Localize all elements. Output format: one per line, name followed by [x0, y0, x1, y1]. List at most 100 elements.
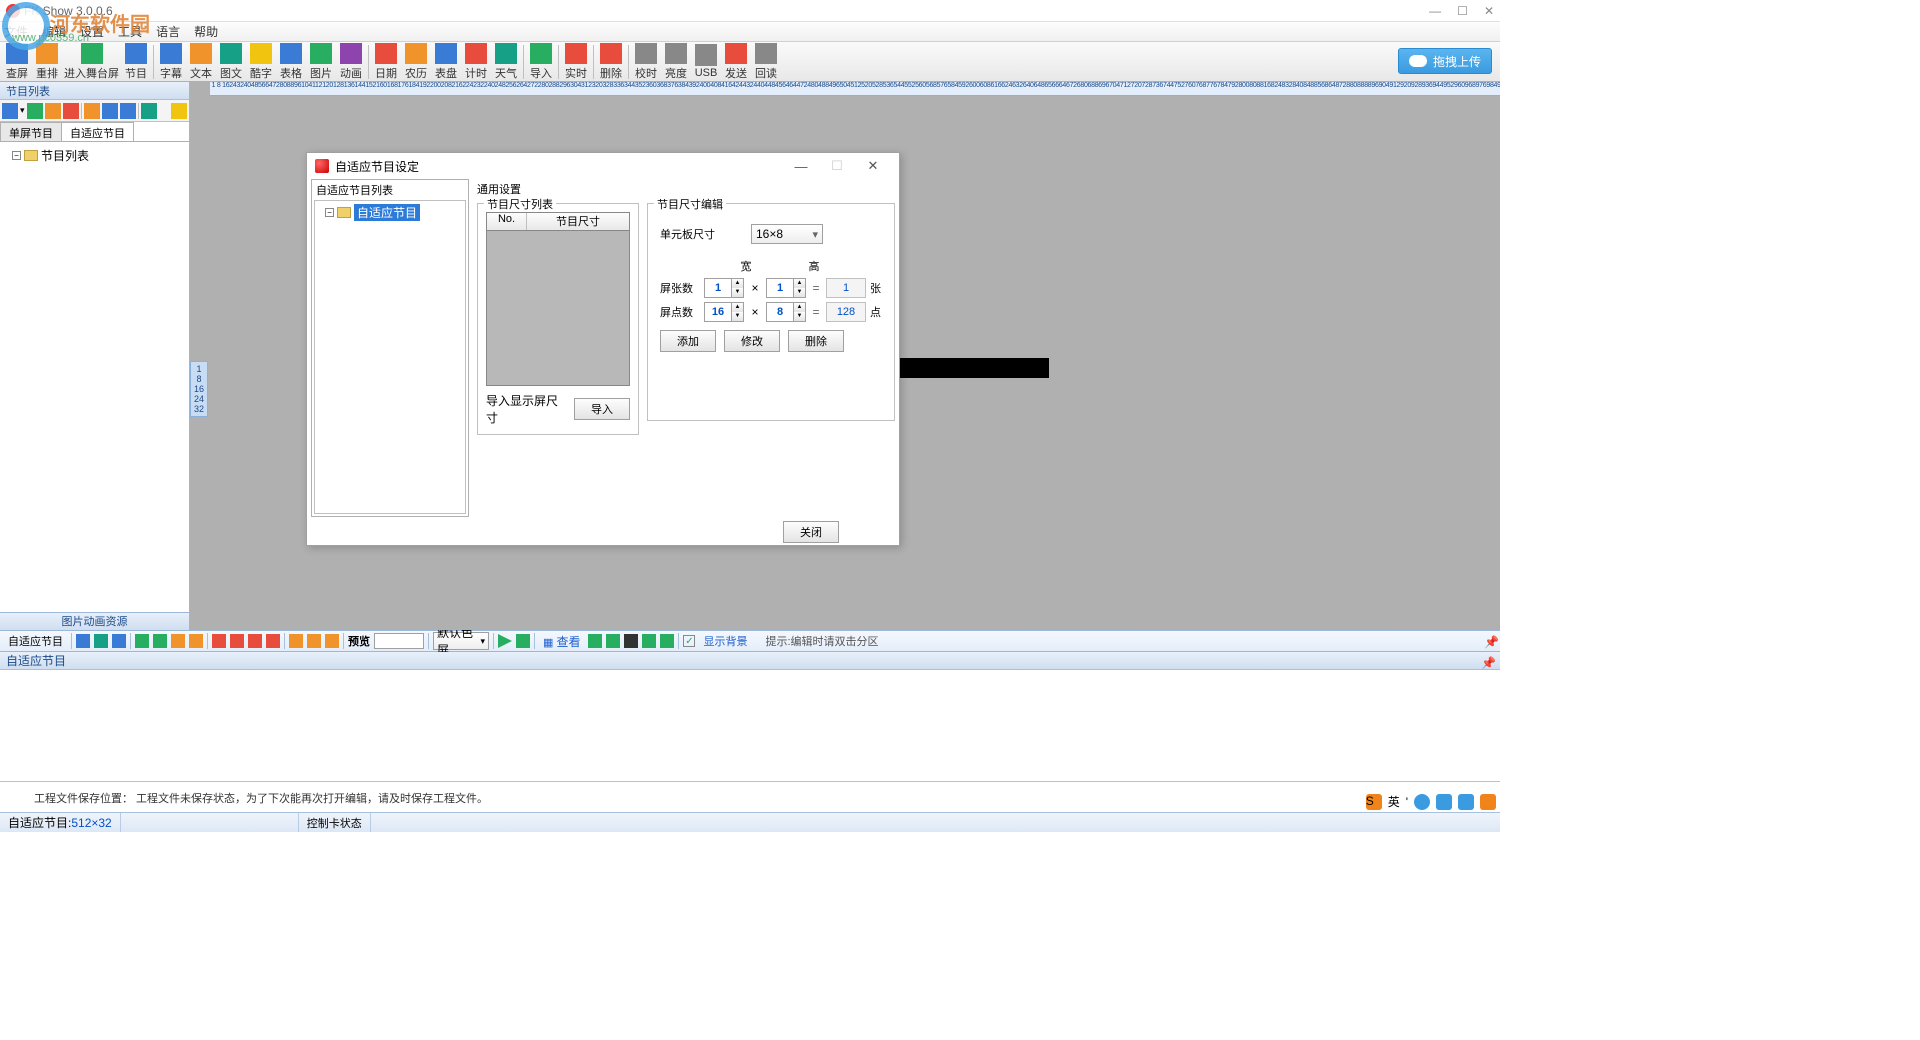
import-button[interactable]: 导入 [574, 398, 630, 420]
toolbar-计时[interactable]: 计时 [461, 43, 491, 81]
toolbar-亮度[interactable]: 亮度 [661, 43, 691, 81]
tab-single-screen[interactable]: 单屏节目 [0, 122, 62, 141]
toolbar-进入舞台屏[interactable]: 进入舞台屏 [62, 43, 121, 81]
tool-icon[interactable] [45, 103, 61, 119]
zoom-out-icon[interactable] [112, 634, 126, 648]
paste-icon[interactable] [120, 103, 136, 119]
zoom-fit-icon[interactable] [94, 634, 108, 648]
toolbar-查屏[interactable]: 查屏 [2, 43, 32, 81]
window-minimize[interactable]: — [1429, 4, 1441, 18]
tool-icon[interactable] [2, 103, 18, 119]
toolbar-图文[interactable]: 图文 [216, 43, 246, 81]
preview-input[interactable] [374, 633, 424, 649]
swap-icon[interactable] [289, 634, 303, 648]
first-icon[interactable] [212, 634, 226, 648]
cut-icon[interactable] [84, 103, 100, 119]
toolbar-校时[interactable]: 校时 [631, 43, 661, 81]
ime-keyboard-icon[interactable] [1458, 794, 1474, 810]
ime-mic-icon[interactable] [1436, 794, 1452, 810]
upload-button[interactable]: 拖拽上传 [1398, 48, 1492, 74]
zoom-in-icon[interactable] [76, 634, 90, 648]
toolbar-图片[interactable]: 图片 [306, 43, 336, 81]
pause-icon[interactable] [516, 634, 530, 648]
screen-preview[interactable] [884, 358, 1049, 378]
expand-icon[interactable] [248, 634, 262, 648]
close-button[interactable]: 关闭 [783, 521, 839, 543]
view-btn[interactable]: ▦ 查看 [539, 633, 584, 650]
ime-tool-icon[interactable] [1480, 794, 1496, 810]
rows-height-spinner[interactable]: ▲▼ [766, 278, 806, 298]
tool-icon[interactable] [27, 103, 43, 119]
arrow-left-icon[interactable] [135, 634, 149, 648]
toolbar-日期[interactable]: 日期 [371, 43, 401, 81]
ime-smiley-icon[interactable] [1414, 794, 1430, 810]
dialog-titlebar[interactable]: 自适应节目设定 — ☐ ✕ [307, 153, 899, 179]
tool-icon[interactable] [141, 103, 157, 119]
toolbar-实时[interactable]: 实时 [561, 43, 591, 81]
dialog-maximize[interactable]: ☐ [819, 158, 855, 174]
toolbar-天气[interactable]: 天气 [491, 43, 521, 81]
toolbar-文本[interactable]: 文本 [186, 43, 216, 81]
toolbar-酷字[interactable]: 酷字 [246, 43, 276, 81]
dialog-tree[interactable]: − 自适应节目 [314, 200, 466, 514]
arrow-icon[interactable] [171, 634, 185, 648]
dialog-minimize[interactable]: — [783, 159, 819, 174]
points-height-spinner[interactable]: ▲▼ [766, 302, 806, 322]
window-maximize[interactable]: ☐ [1457, 4, 1468, 18]
tool-icon[interactable] [171, 103, 187, 119]
toolbar-导入[interactable]: 导入 [526, 43, 556, 81]
ime-punct[interactable]: ' [1406, 795, 1408, 809]
play-icon[interactable] [498, 634, 512, 648]
toolbar-USB[interactable]: USB [691, 43, 721, 81]
menu-工具[interactable]: 工具 [118, 23, 142, 40]
stop-icon[interactable] [624, 634, 638, 648]
program-tree[interactable]: − 节目列表 [0, 142, 189, 612]
last-icon[interactable] [230, 634, 244, 648]
toolbar-删除[interactable]: 删除 [596, 43, 626, 81]
toolbar-字幕[interactable]: 字幕 [156, 43, 186, 81]
tab-adaptive[interactable]: 自适应节目 [61, 122, 134, 141]
sogou-icon[interactable]: S [1366, 794, 1382, 810]
unit-size-select[interactable]: 16×8 [751, 224, 823, 244]
move-icon[interactable] [307, 634, 321, 648]
toolbar-动画[interactable]: 动画 [336, 43, 366, 81]
prev-icon[interactable] [606, 634, 620, 648]
menu-语言[interactable]: 语言 [156, 23, 180, 40]
toolbar-农历[interactable]: 农历 [401, 43, 431, 81]
forward-icon[interactable] [660, 634, 674, 648]
points-width-spinner[interactable]: ▲▼ [704, 302, 744, 322]
dialog-close[interactable]: ✕ [855, 158, 891, 174]
menu-帮助[interactable]: 帮助 [194, 23, 218, 40]
pin-icon[interactable]: 📌 [1481, 654, 1496, 672]
size-table[interactable]: No. 节目尺寸 [486, 212, 630, 386]
color-select[interactable]: 默认色屏 [433, 632, 489, 650]
menu-编辑[interactable]: 编辑 [42, 23, 66, 40]
delete-button[interactable]: 删除 [788, 330, 844, 352]
toolbar-节目[interactable]: 节目 [121, 43, 151, 81]
menu-设置[interactable]: 设置 [80, 23, 104, 40]
toolbar-回读[interactable]: 回读 [751, 43, 781, 81]
arrow-right-icon[interactable] [153, 634, 167, 648]
expand-icon[interactable]: − [12, 151, 21, 160]
show-bg-label[interactable]: 显示背景 [699, 633, 751, 649]
toolbar-表格[interactable]: 表格 [276, 43, 306, 81]
add-button[interactable]: 添加 [660, 330, 716, 352]
expand-icon[interactable]: − [325, 208, 334, 217]
window-close[interactable]: ✕ [1484, 4, 1494, 18]
rows-width-spinner[interactable]: ▲▼ [704, 278, 744, 298]
pin-icon[interactable]: 📌 [1484, 635, 1496, 647]
dialog-tree-item[interactable]: − 自适应节目 [317, 203, 463, 222]
ime-lang[interactable]: 英 [1388, 793, 1400, 810]
modify-button[interactable]: 修改 [724, 330, 780, 352]
resource-dock-title[interactable]: 图片动画资源 [0, 612, 189, 630]
menu-文件[interactable]: 文件 [4, 23, 28, 40]
collapse-icon[interactable] [266, 634, 280, 648]
toolbar-表盘[interactable]: 表盘 [431, 43, 461, 81]
tree-root-item[interactable]: − 节目列表 [4, 146, 185, 165]
tool-icon[interactable] [63, 103, 79, 119]
next-icon[interactable] [642, 634, 656, 648]
rewind-icon[interactable] [588, 634, 602, 648]
copy-icon[interactable] [102, 103, 118, 119]
resize-icon[interactable] [325, 634, 339, 648]
toolbar-重排[interactable]: 重排 [32, 43, 62, 81]
